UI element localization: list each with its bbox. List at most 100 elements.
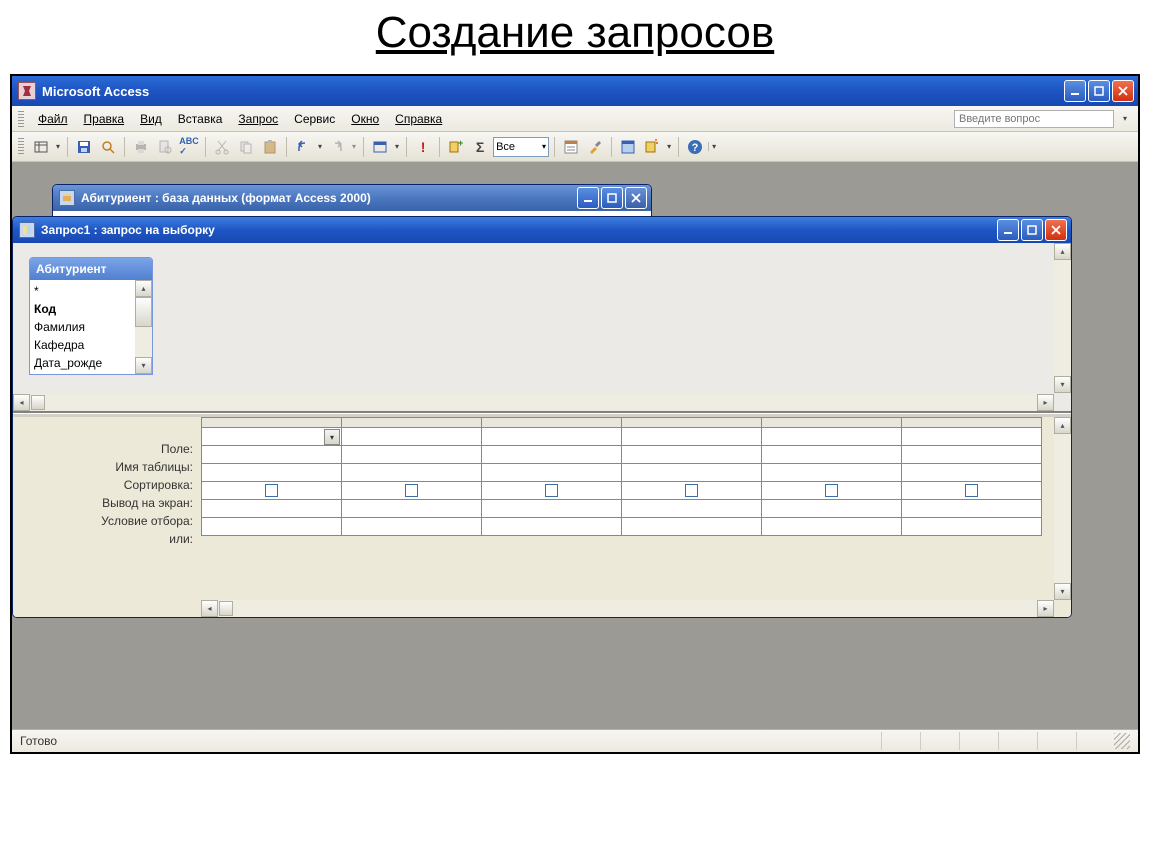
redo-dropdown[interactable]: ▾: [350, 142, 358, 151]
view-dropdown[interactable]: ▾: [54, 142, 62, 151]
fieldlist-scrollbar[interactable]: ▴ ▾: [135, 280, 152, 374]
query-close-button[interactable]: [1045, 219, 1067, 241]
qbe-cell-show[interactable]: [482, 482, 622, 500]
scroll-right-icon[interactable]: ▸: [1037, 600, 1054, 617]
run-button[interactable]: !: [412, 136, 434, 158]
qbe-cell[interactable]: [202, 500, 342, 518]
qbe-cell[interactable]: [902, 446, 1042, 464]
view-button[interactable]: [30, 136, 52, 158]
db-maximize-button[interactable]: [601, 187, 623, 209]
qbe-cell[interactable]: [342, 518, 482, 536]
undo-button[interactable]: [292, 136, 314, 158]
upper-pane-hscroll[interactable]: ◂ ▸: [13, 394, 1054, 411]
qbe-cell[interactable]: [482, 464, 622, 482]
qbe-row-or[interactable]: [202, 518, 1042, 536]
qbe-cell[interactable]: [762, 428, 902, 446]
fieldlist-abiturient[interactable]: Абитуриент * Код Фамилия Кафедра Дата_ро…: [29, 257, 153, 375]
query-window-titlebar[interactable]: Запрос1 : запрос на выборку: [13, 217, 1071, 243]
tables-pane[interactable]: Абитуриент * Код Фамилия Кафедра Дата_ро…: [13, 243, 1071, 413]
database-window[interactable]: Абитуриент : база данных (формат Access …: [52, 184, 652, 218]
totals-button[interactable]: Σ: [469, 136, 491, 158]
qbe-cell[interactable]: [202, 446, 342, 464]
minimize-button[interactable]: [1064, 80, 1086, 102]
query-type-dropdown[interactable]: ▾: [393, 142, 401, 151]
scroll-thumb[interactable]: [31, 395, 45, 410]
checkbox[interactable]: [545, 484, 558, 497]
scroll-up-icon[interactable]: ▴: [135, 280, 152, 297]
show-table-button[interactable]: +: [445, 136, 467, 158]
save-button[interactable]: [73, 136, 95, 158]
qbe-cell[interactable]: [342, 428, 482, 446]
qbe-cell[interactable]: [482, 428, 622, 446]
qbe-cell[interactable]: [482, 500, 622, 518]
qbe-cell[interactable]: [202, 464, 342, 482]
chevron-down-icon[interactable]: ▾: [324, 429, 340, 445]
menu-view[interactable]: Вид: [132, 110, 170, 128]
checkbox[interactable]: [265, 484, 278, 497]
qbe-row-field[interactable]: ▾: [202, 428, 1042, 446]
qbe-cell[interactable]: [622, 518, 762, 536]
top-values-select[interactable]: Все▾: [493, 137, 549, 157]
query-maximize-button[interactable]: [1021, 219, 1043, 241]
search-button[interactable]: [97, 136, 119, 158]
qbe-hscroll[interactable]: ◂ ▸: [201, 600, 1054, 617]
qbe-cell[interactable]: [482, 518, 622, 536]
print-preview-button[interactable]: [154, 136, 176, 158]
qbe-row-show[interactable]: [202, 482, 1042, 500]
help-question-input[interactable]: [954, 110, 1114, 128]
copy-button[interactable]: [235, 136, 257, 158]
menu-edit[interactable]: Правка: [76, 110, 133, 128]
chevron-down-icon[interactable]: ▾: [1118, 112, 1132, 126]
qbe-cell-field[interactable]: ▾: [202, 428, 342, 446]
fieldlist-item[interactable]: Код: [34, 300, 131, 318]
db-minimize-button[interactable]: [577, 187, 599, 209]
qbe-row-criteria[interactable]: [202, 500, 1042, 518]
upper-pane-vscroll[interactable]: ▴ ▾: [1054, 243, 1071, 393]
qbe-cell[interactable]: [202, 518, 342, 536]
print-button[interactable]: [130, 136, 152, 158]
new-object-button[interactable]: [641, 136, 663, 158]
cut-button[interactable]: [211, 136, 233, 158]
qbe-cell[interactable]: [902, 464, 1042, 482]
checkbox[interactable]: [405, 484, 418, 497]
qbe-cell-show[interactable]: [202, 482, 342, 500]
qbe-cell[interactable]: [902, 518, 1042, 536]
qbe-cell[interactable]: [622, 428, 762, 446]
qbe-cell[interactable]: [762, 500, 902, 518]
fieldlist-items[interactable]: * Код Фамилия Кафедра Дата_рожде: [30, 280, 135, 374]
redo-button[interactable]: [326, 136, 348, 158]
menu-file[interactable]: Файл: [30, 110, 76, 128]
fieldlist-item[interactable]: Кафедра: [34, 336, 131, 354]
db-close-button[interactable]: [625, 187, 647, 209]
scroll-down-icon[interactable]: ▾: [1054, 583, 1071, 600]
paste-button[interactable]: [259, 136, 281, 158]
scroll-right-icon[interactable]: ▸: [1037, 394, 1054, 411]
qbe-cell-show[interactable]: [902, 482, 1042, 500]
scroll-left-icon[interactable]: ◂: [201, 600, 218, 617]
qbe-cell[interactable]: [762, 446, 902, 464]
query-design-window[interactable]: Запрос1 : запрос на выборку Абитуриент *…: [12, 216, 1072, 618]
fieldlist-item[interactable]: Дата_рожде: [34, 354, 131, 372]
menu-tools[interactable]: Сервис: [286, 110, 343, 128]
qbe-cell[interactable]: [902, 500, 1042, 518]
query-type-button[interactable]: [369, 136, 391, 158]
close-button[interactable]: [1112, 80, 1134, 102]
checkbox[interactable]: [685, 484, 698, 497]
undo-dropdown[interactable]: ▾: [316, 142, 324, 151]
scroll-down-icon[interactable]: ▾: [1054, 376, 1071, 393]
menu-insert[interactable]: Вставка: [170, 110, 231, 128]
qbe-cell[interactable]: [762, 464, 902, 482]
spellcheck-button[interactable]: ABC✓: [178, 136, 200, 158]
database-window-titlebar[interactable]: Абитуриент : база данных (формат Access …: [53, 185, 651, 211]
toolbar-grip-2[interactable]: [18, 138, 24, 156]
menu-window[interactable]: Окно: [343, 110, 387, 128]
properties-button[interactable]: [560, 136, 582, 158]
scroll-up-icon[interactable]: ▴: [1054, 243, 1071, 260]
checkbox[interactable]: [965, 484, 978, 497]
query-minimize-button[interactable]: [997, 219, 1019, 241]
qbe-cell-show[interactable]: [622, 482, 762, 500]
qbe-cell[interactable]: [622, 500, 762, 518]
qbe-cell[interactable]: [342, 500, 482, 518]
qbe-cell[interactable]: [902, 428, 1042, 446]
scroll-left-icon[interactable]: ◂: [13, 394, 30, 411]
